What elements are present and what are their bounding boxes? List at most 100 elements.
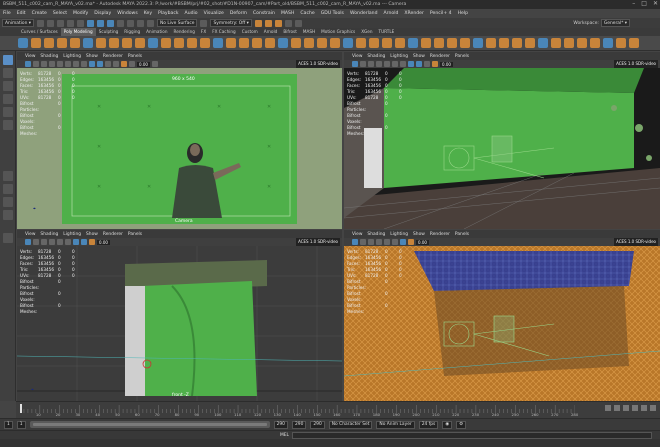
two-pane-layout-icon[interactable] <box>3 197 13 207</box>
viewport-top-left[interactable]: View Shading Lighting Show Renderer Panels 0.… <box>17 52 342 229</box>
grid-toggle-icon[interactable] <box>384 61 390 67</box>
range-slider[interactable] <box>29 421 270 428</box>
shelf-tab-mash[interactable]: MASH <box>300 28 318 36</box>
menu-audio[interactable]: Audio <box>185 11 198 16</box>
panel-menu-lighting[interactable]: Lighting <box>63 54 81 59</box>
step-forward-icon[interactable] <box>641 405 647 411</box>
uv-editor-icon[interactable] <box>356 38 366 48</box>
new-scene-icon[interactable] <box>37 19 44 27</box>
rotate-tool-icon[interactable] <box>3 107 13 117</box>
menu-visualize[interactable]: Visualize <box>204 11 224 16</box>
render-setup-icon[interactable] <box>564 38 574 48</box>
exposure-field[interactable]: 0.00 <box>440 61 453 67</box>
quad-draw-icon[interactable] <box>330 38 340 48</box>
bookmarks-icon[interactable] <box>368 239 374 245</box>
mirror-icon[interactable] <box>226 38 236 48</box>
menu-arnold[interactable]: Arnold <box>384 11 399 16</box>
panel-menu-shading[interactable]: Shading <box>40 54 58 59</box>
menu-pencil-4[interactable]: Pencil+ 4 <box>430 11 452 16</box>
menu-windows[interactable]: Windows <box>117 11 138 16</box>
snap-surface-icon[interactable] <box>147 19 154 27</box>
single-pane-layout-icon[interactable] <box>3 171 13 181</box>
lights-icon[interactable] <box>424 61 430 67</box>
panel-menu-view[interactable]: View <box>25 54 35 59</box>
viewport-bottom-left[interactable]: View Shading Lighting Show Renderer Panels 0.… <box>17 230 342 401</box>
ipr-render-icon[interactable] <box>264 19 272 27</box>
bridge-icon[interactable] <box>252 38 262 48</box>
menu-help[interactable]: Help <box>458 11 468 16</box>
wireframe-icon[interactable] <box>400 61 406 67</box>
panel-menu-renderer[interactable]: Renderer <box>103 54 123 59</box>
shelf-tab-fx[interactable]: FX <box>198 28 209 36</box>
redo-icon[interactable] <box>77 19 84 27</box>
freeze-transform-icon[interactable] <box>460 38 470 48</box>
channel-box-icon[interactable] <box>616 38 626 48</box>
auto-key-icon[interactable]: ◉ <box>442 420 453 429</box>
color-space-dropdown[interactable]: ACES 1.0 SDR-video <box>296 60 340 68</box>
exposure-field[interactable]: 0.00 <box>137 61 150 67</box>
viewport-top-right[interactable]: View Shading Lighting Show Renderer Panels 0.… <box>344 52 660 229</box>
panel-menu-shading[interactable]: Shading <box>40 232 58 237</box>
center-pivot-icon[interactable] <box>473 38 483 48</box>
panel-menu-shading[interactable]: Shading <box>367 232 385 237</box>
panel-menu-lighting[interactable]: Lighting <box>390 54 408 59</box>
playback-end-field[interactable]: 290 <box>273 420 288 429</box>
symmetry-icon[interactable] <box>200 19 208 27</box>
superellipse-icon[interactable] <box>148 38 158 48</box>
gamma-icon[interactable] <box>151 61 158 67</box>
exposure-field[interactable]: 0.00 <box>416 239 429 245</box>
target-weld-icon[interactable] <box>317 38 327 48</box>
panel-menu-show[interactable]: Show <box>86 232 98 237</box>
fps-dropdown[interactable]: 24 fps <box>418 420 439 429</box>
outliner-icon[interactable] <box>499 38 509 48</box>
go-to-start-icon[interactable] <box>605 405 611 411</box>
modeling-toolkit-icon[interactable] <box>629 38 639 48</box>
multi-cut-icon[interactable] <box>304 38 314 48</box>
render-view-icon[interactable] <box>294 19 302 27</box>
animation-end-field[interactable]: 290 <box>291 420 307 429</box>
menu-create[interactable]: Create <box>32 11 47 16</box>
boolean-icon[interactable] <box>213 38 223 48</box>
panel-menu-panels[interactable]: Panels <box>128 232 142 237</box>
shelf-tab-turtle[interactable]: TURTLE <box>376 28 398 36</box>
plane-icon[interactable] <box>83 38 93 48</box>
menu-wonderland[interactable]: Wonderland <box>350 11 378 16</box>
lights-icon[interactable] <box>105 61 111 67</box>
current-time-indicator[interactable] <box>20 404 22 413</box>
minimize-icon[interactable]: – <box>632 0 635 7</box>
extrude-icon[interactable] <box>239 38 249 48</box>
light-editor-icon[interactable] <box>577 38 587 48</box>
isolate-select-icon[interactable] <box>89 239 95 245</box>
smooth-icon[interactable] <box>200 38 210 48</box>
shelf-tab-sculpting[interactable]: Sculpting <box>96 28 122 36</box>
panel-menu-shading[interactable]: Shading <box>367 54 385 59</box>
xray-icon[interactable] <box>129 61 135 67</box>
select-object-icon[interactable] <box>97 19 104 27</box>
shelf-tab-animation[interactable]: Animation <box>143 28 170 36</box>
menu-key[interactable]: Key <box>144 11 152 16</box>
time-slider[interactable]: 10 20 30 40 50 60 70 80 90 100 110 120 130 140 150 160 1… <box>16 401 660 418</box>
script-editor-icon[interactable] <box>525 38 535 48</box>
anim-layer-dropdown[interactable]: No Anim Layer <box>376 420 415 429</box>
platonic-icon[interactable] <box>109 38 119 48</box>
camera-attributes-icon[interactable] <box>360 239 366 245</box>
cut-uv-icon[interactable] <box>395 38 405 48</box>
play-forward-icon[interactable] <box>632 405 638 411</box>
panel-menu-renderer[interactable]: Renderer <box>430 232 450 237</box>
shelf-tab-xgen[interactable]: XGen <box>358 28 375 36</box>
bookmarks-icon[interactable] <box>41 239 47 245</box>
close-icon[interactable]: ✕ <box>653 0 658 7</box>
planar-map-icon[interactable] <box>369 38 379 48</box>
open-scene-icon[interactable] <box>47 19 54 27</box>
menu-deform[interactable]: Deform <box>230 11 247 16</box>
snap-curve-icon[interactable] <box>127 19 134 27</box>
menu-playback[interactable]: Playback <box>158 11 179 16</box>
color-space-dropdown[interactable]: ACES 1.0 SDR-video <box>614 60 658 68</box>
zoom-layout-icon[interactable] <box>3 233 13 243</box>
hypershade-icon[interactable] <box>284 19 292 27</box>
scale-tool-icon[interactable] <box>3 120 13 130</box>
select-tool-icon[interactable] <box>3 55 13 65</box>
node-editor-icon[interactable] <box>512 38 522 48</box>
maximize-icon[interactable]: □ <box>641 0 647 7</box>
image-plane-icon[interactable] <box>376 239 382 245</box>
